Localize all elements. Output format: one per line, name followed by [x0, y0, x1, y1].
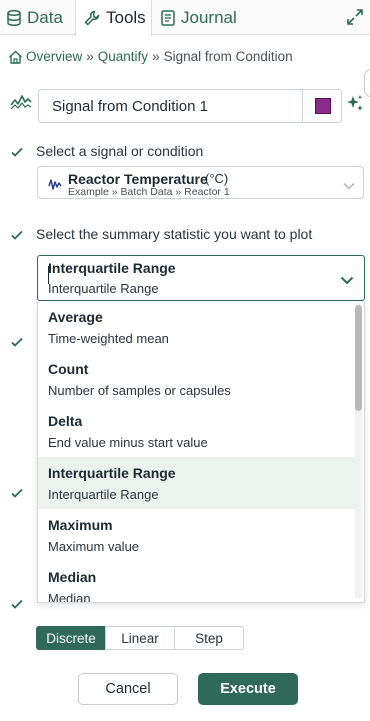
expand-icon[interactable]	[346, 8, 364, 26]
option-desc: Median	[48, 591, 91, 603]
option-desc: End value minus start value	[48, 435, 208, 450]
chevron-down-icon	[340, 272, 354, 288]
tab-tools-label: Tools	[106, 8, 146, 27]
tab-journal-label: Journal	[181, 7, 237, 27]
statistic-selected-desc: Interquartile Range	[48, 281, 159, 296]
breadcrumb-current: Signal from Condition	[163, 49, 293, 64]
execute-button[interactable]: Execute	[198, 673, 298, 705]
signal-trend-icon	[10, 93, 32, 114]
statistic-option-maximum[interactable]: Maximum Maximum value	[38, 509, 356, 561]
check-icon	[10, 145, 24, 159]
wrench-icon	[84, 10, 100, 26]
check-icon	[10, 228, 24, 242]
statistic-dropdown: Average Time-weighted mean Count Number …	[37, 301, 365, 603]
statistic-select[interactable]: Interquartile Range Interquartile Range	[37, 255, 365, 301]
tab-bar: Data Tools Journal	[0, 0, 370, 36]
statistic-option-interquartile-range[interactable]: Interquartile Range Interquartile Range	[38, 457, 356, 509]
breadcrumb-separator: »	[152, 49, 160, 64]
cancel-button[interactable]: Cancel	[78, 673, 178, 705]
name-field[interactable]: Signal from Condition 1	[38, 89, 342, 123]
tab-journal[interactable]: Journal	[161, 0, 237, 35]
chevron-down-icon	[343, 177, 355, 193]
tab-tools[interactable]: Tools	[75, 0, 152, 36]
step-statistic-label: Select the summary statistic you want to…	[36, 226, 313, 242]
signal-path: Example » Batch Data » Reactor 1	[68, 186, 230, 198]
breadcrumb-overview[interactable]: Overview	[26, 49, 82, 64]
check-icon	[10, 597, 24, 611]
statistic-option-delta[interactable]: Delta End value minus start value	[38, 405, 356, 457]
statistic-option-average[interactable]: Average Time-weighted mean	[38, 301, 356, 353]
interpolation-linear-button[interactable]: Linear	[105, 626, 175, 650]
interpolation-step-button[interactable]: Step	[174, 626, 244, 650]
breadcrumb: Overview » Quantify » Signal from Condit…	[8, 49, 293, 64]
option-title: Interquartile Range	[48, 465, 176, 481]
statistic-selected-title: Interquartile Range	[48, 260, 176, 276]
option-title: Average	[48, 309, 103, 325]
option-title: Delta	[48, 413, 83, 429]
option-desc: Interquartile Range	[48, 487, 159, 502]
signal-wave-icon	[48, 177, 63, 193]
journal-icon	[161, 9, 175, 26]
option-desc: Maximum value	[48, 539, 140, 554]
interpolation-discrete-button[interactable]: Discrete	[36, 626, 106, 650]
name-field-divider	[302, 90, 303, 122]
option-title: Median	[48, 569, 97, 585]
home-icon[interactable]	[8, 50, 23, 64]
breadcrumb-separator: »	[86, 49, 94, 64]
database-icon	[7, 9, 21, 26]
name-field-value: Signal from Condition 1	[52, 98, 208, 115]
option-title: Maximum	[48, 517, 113, 533]
option-desc: Number of samples or capsules	[48, 383, 231, 398]
statistic-option-count[interactable]: Count Number of samples or capsules	[38, 353, 356, 405]
side-panel-handle[interactable]	[364, 69, 370, 97]
color-picker-swatch[interactable]	[315, 98, 331, 114]
statistic-option-median[interactable]: Median Median	[38, 561, 356, 603]
step-signal-label: Select a signal or condition	[36, 143, 204, 159]
signal-name: Reactor Temperature	[68, 171, 208, 187]
option-desc: Time-weighted mean	[48, 331, 169, 346]
scrollbar-thumb[interactable]	[355, 305, 362, 411]
option-title: Count	[48, 361, 89, 377]
check-icon	[10, 335, 24, 349]
tab-data[interactable]: Data	[7, 0, 63, 35]
signal-selector[interactable]: Reactor Temperature (°C) Example » Batch…	[37, 166, 364, 199]
signal-unit: (°C)	[205, 171, 229, 186]
breadcrumb-quantify[interactable]: Quantify	[98, 49, 148, 64]
dropdown-scrollbar[interactable]	[355, 303, 362, 599]
check-icon	[10, 486, 24, 500]
tab-data-label: Data	[27, 7, 63, 27]
sparkle-icon[interactable]	[345, 94, 365, 117]
